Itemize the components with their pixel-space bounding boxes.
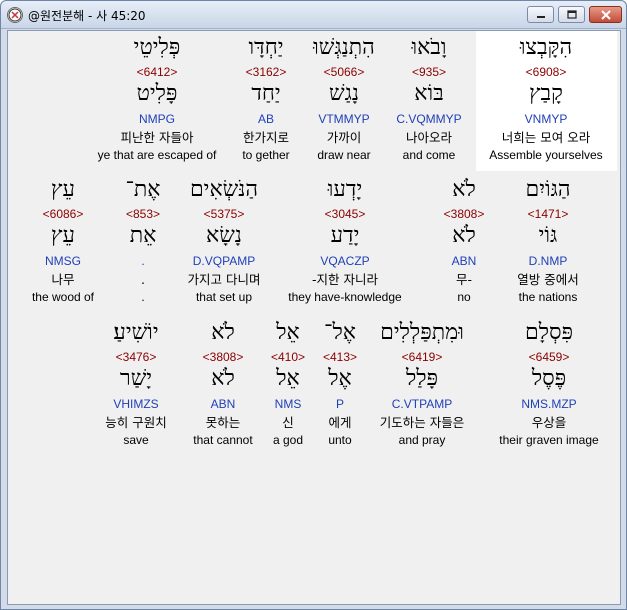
strong-number-link[interactable]: <6086> (18, 207, 108, 221)
morphology-code: ABN (210, 397, 236, 411)
morphology-code: ABN (451, 254, 477, 268)
lemma: יָשַׁר (119, 366, 153, 391)
strong-number-link[interactable]: <6459> (489, 350, 609, 364)
lemma: פָּלַל (405, 366, 439, 391)
maximize-icon (566, 10, 577, 19)
lemma: פָּלִיט (136, 81, 178, 106)
hebrew-word: פְּלִיטֵי (133, 35, 181, 60)
morphology-code: VNMYP (524, 112, 568, 126)
lemma: קָבַץ (529, 81, 563, 106)
korean-gloss: 피난한 자들아 (120, 130, 194, 145)
lemma: פֶּסֶל (531, 366, 567, 391)
app-icon[interactable] (7, 7, 23, 23)
hebrew-word: הִקָּבְצוּ (519, 35, 573, 60)
korean-gloss: 나무 (51, 272, 75, 287)
strong-number-link[interactable]: <413> (310, 350, 370, 364)
morphology-code: VQACZP (320, 254, 370, 268)
strong-number-link[interactable]: <3162> (206, 65, 326, 79)
minimize-button[interactable] (527, 6, 554, 23)
english-gloss: they have-knowledge (288, 290, 402, 304)
hebrew-word: יָדְעוּ (327, 177, 363, 202)
korean-gloss: 무- (455, 272, 472, 287)
morphology-code: P (335, 397, 344, 411)
strong-number-link[interactable]: <3808> (404, 207, 524, 221)
morphology-code: VHIMZS (113, 397, 159, 411)
hebrew-word: וּמִתְפַּלְלִים (380, 320, 464, 345)
english-gloss: no (457, 290, 471, 304)
english-gloss: save (123, 433, 149, 447)
lemma: לֹא (452, 223, 476, 248)
morphology-code: NMPG (139, 112, 175, 126)
close-button[interactable] (589, 6, 622, 23)
hebrew-word: לֹא (452, 177, 476, 202)
morphology-code: NMSG (45, 254, 81, 268)
strong-number-link[interactable]: <6908> (486, 65, 606, 79)
hebrew-word: עֵץ (51, 177, 75, 202)
hebrew-word: אֶל־ (324, 320, 356, 345)
strong-number-link[interactable]: <6419> (362, 350, 482, 364)
minimize-icon (536, 15, 545, 18)
hebrew-word: פִּסְלָם (524, 320, 574, 345)
hebrew-word: יַחְדָּו (248, 35, 284, 60)
english-gloss: their graven image (499, 433, 599, 447)
english-gloss: the wood of (31, 290, 95, 304)
korean-gloss: -지한 자니라 (312, 272, 378, 287)
hebrew-word: יוֹשִׁיעַ׃ (113, 320, 159, 345)
strong-number-link[interactable]: <3476> (86, 350, 186, 364)
korean-gloss: 우상을 (531, 415, 567, 430)
window-title: @원전분해 - 사 45:20 (28, 9, 146, 23)
korean-gloss: 능히 구원치 (105, 415, 167, 430)
hebrew-word: לֹא (211, 320, 235, 345)
morphology-code: AB (257, 112, 274, 126)
lemma: יָדַע (330, 223, 360, 248)
lemma: אֶל (328, 366, 352, 391)
app-window: @원전분해 - 사 45:20 הִקָּבְצוּ <6908> קָבַץ … (0, 0, 627, 610)
strong-number-link[interactable]: <3808> (173, 350, 273, 364)
verse-analysis-panel: הִקָּבְצוּ <6908> קָבַץ VNMYP 너희는 모여 오라 … (7, 30, 621, 605)
lemma: יַחַד (251, 81, 281, 106)
lemma: לֹא (211, 366, 235, 391)
morphology-code: NMS.MZP (521, 397, 577, 411)
close-icon (600, 9, 611, 20)
maximize-button[interactable] (558, 6, 585, 23)
strong-number-link[interactable]: <3045> (285, 207, 405, 221)
title-bar[interactable]: @원전분해 - 사 45:20 (1, 1, 626, 29)
english-gloss: ye that are escaped of (97, 148, 217, 162)
morphology-code: C.VTPAMP (391, 397, 453, 411)
lemma: עֵץ (51, 223, 75, 248)
strong-number-link[interactable]: <6412> (97, 65, 217, 79)
